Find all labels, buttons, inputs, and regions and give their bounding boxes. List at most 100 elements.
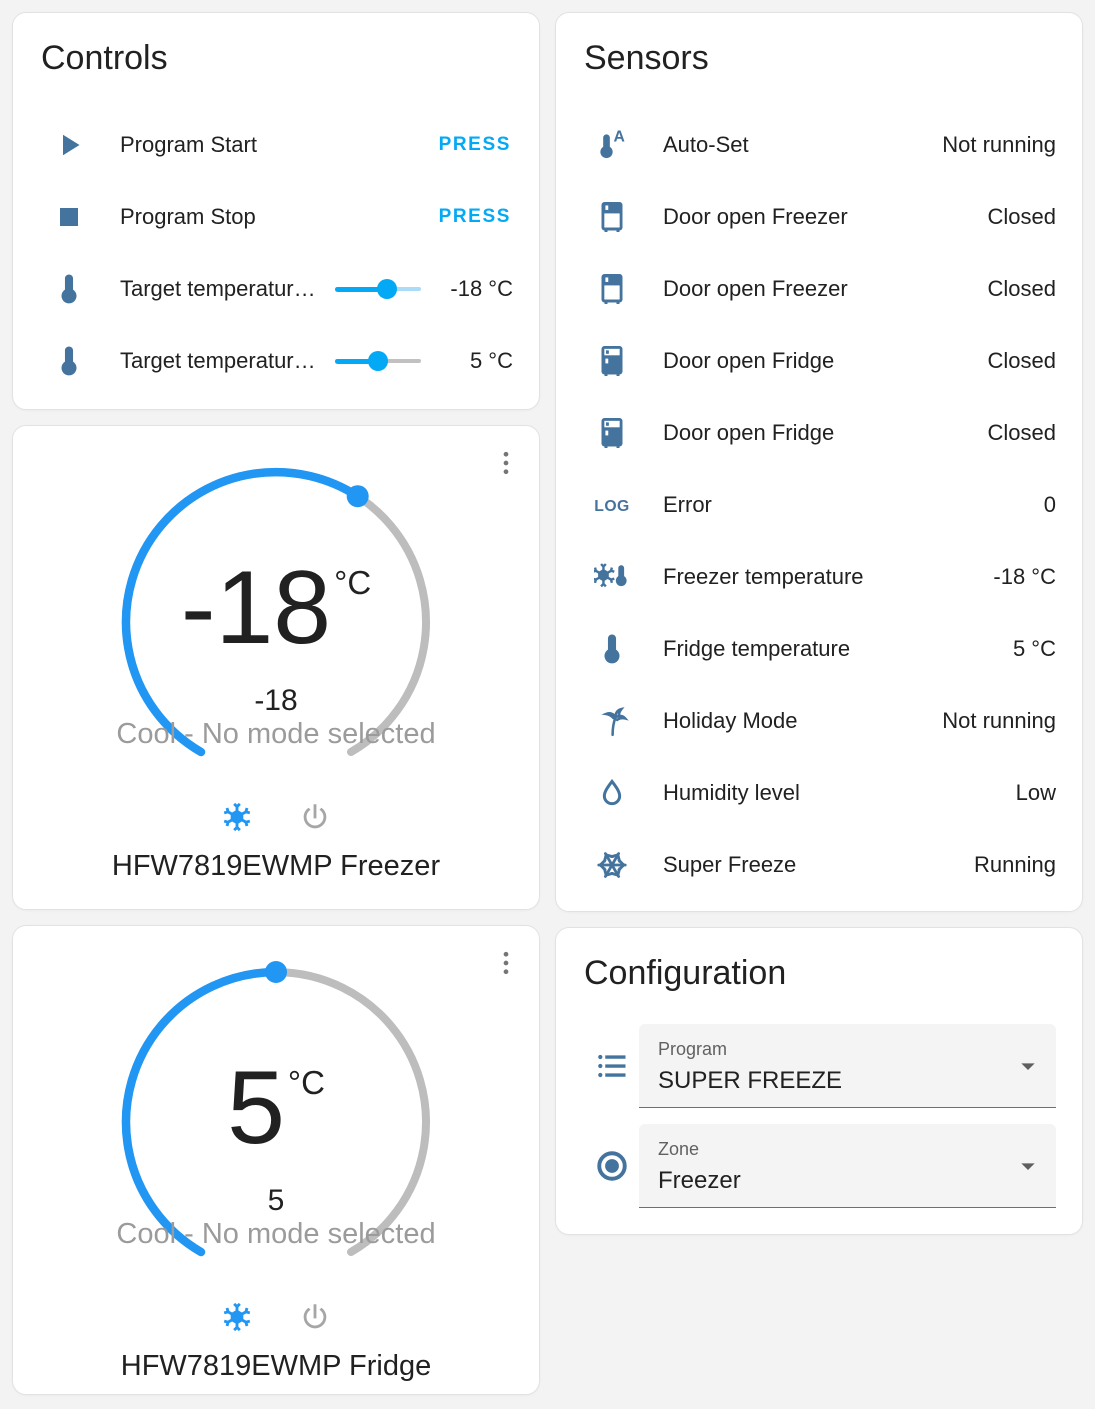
press-button[interactable]: PRESS	[437, 130, 513, 160]
row-label: Freezer temperature	[663, 564, 864, 589]
svg-text:A: A	[614, 129, 625, 146]
row-label: Auto-Set	[663, 132, 749, 157]
row-value: Closed	[987, 276, 1056, 301]
fridge-bottom-open-icon	[592, 197, 632, 237]
control-row[interactable]: Target temperatur… -18 °C	[41, 253, 513, 325]
sensor-row[interactable]: Holiday Mode Not running	[584, 685, 1056, 757]
dropdown-caret-icon	[1012, 1050, 1044, 1087]
temperature-slider[interactable]	[335, 279, 421, 299]
row-label: Error	[663, 492, 712, 517]
sensors-title: Sensors	[584, 39, 709, 77]
select-label: Zone	[658, 1139, 700, 1159]
slider-knob[interactable]	[376, 279, 397, 299]
sensor-row[interactable]: Door open Freezer Closed	[584, 253, 1056, 325]
dial-knob[interactable]	[346, 485, 369, 508]
row-value: Closed	[987, 204, 1056, 229]
stop-icon	[49, 197, 89, 237]
thermometer-icon	[592, 629, 632, 669]
mode-off-power-icon[interactable]	[298, 800, 332, 834]
thermostat-name: HFW7819EWMP Freezer	[111, 850, 441, 882]
format-list-icon	[592, 1046, 632, 1086]
control-row[interactable]: Target temperatur… 5 °C	[41, 325, 513, 397]
control-row[interactable]: Program Stop PRESS	[41, 181, 513, 253]
thermometer-icon	[49, 341, 89, 381]
dial-knob[interactable]	[265, 961, 287, 983]
slider-knob[interactable]	[368, 351, 388, 371]
controls-card: Controls Program Start PRESS Program Sto…	[12, 12, 540, 410]
row-value: Not running	[942, 708, 1056, 733]
mode-buttons	[13, 1300, 539, 1334]
controls-title: Controls	[41, 39, 168, 77]
row-label: Door open Freezer	[663, 204, 848, 229]
row-label: Door open Freezer	[663, 276, 848, 301]
mode-cool-snowflake-icon[interactable]	[220, 800, 254, 834]
mode-cool-snowflake-icon[interactable]	[220, 1300, 254, 1334]
water-outline-icon	[592, 773, 632, 813]
radiobox-icon	[592, 1146, 632, 1186]
config-row-program: Program SUPER FREEZE	[584, 1024, 1056, 1108]
row-label: Target temperatur…	[120, 276, 316, 301]
row-label: Humidity level	[663, 780, 800, 805]
thermometer-auto-icon: A	[592, 125, 632, 165]
thermostat-card-freezer: -18 °C -18 Cool - No mode selected HFW781…	[12, 425, 540, 910]
program-select[interactable]: Program SUPER FREEZE	[639, 1024, 1056, 1108]
row-value: Closed	[987, 420, 1056, 445]
snowflake-thermometer-icon	[592, 557, 632, 597]
palm-tree-icon	[592, 701, 632, 741]
press-button[interactable]: PRESS	[437, 202, 513, 232]
log-icon: LOG	[592, 485, 632, 525]
thermostat-dial[interactable]: -18 °C -18 Cool - No mode selected	[106, 452, 446, 792]
temperature-slider[interactable]	[335, 351, 421, 371]
fridge-bottom-open-icon	[592, 269, 632, 309]
right-column: Sensors A Auto-Set Not running Door open…	[555, 12, 1083, 1395]
row-label: Door open Fridge	[663, 420, 835, 445]
sensor-row[interactable]: A Auto-Set Not running	[584, 109, 1056, 181]
row-label: Target temperatur…	[120, 348, 316, 373]
row-value: Running	[974, 852, 1056, 877]
select-value: Freezer	[658, 1167, 741, 1194]
sensor-row[interactable]: Freezer temperature -18 °C	[584, 541, 1056, 613]
mode-off-power-icon[interactable]	[298, 1300, 332, 1334]
thermostat-name: HFW7819EWMP Fridge	[120, 1350, 432, 1382]
more-options-button[interactable]	[487, 444, 525, 482]
row-value: Low	[1015, 780, 1056, 805]
left-column: Controls Program Start PRESS Program Sto…	[12, 12, 540, 1395]
svg-text:LOG: LOG	[594, 498, 629, 515]
more-options-button[interactable]	[487, 944, 525, 982]
config-row-zone: Zone Freezer	[584, 1124, 1056, 1208]
thermostat-card-fridge: 5 °C 5 Cool - No mode selected HFW7819EWM…	[12, 925, 540, 1395]
row-value: 5 °C	[1012, 636, 1056, 661]
row-value: Not running	[942, 132, 1056, 157]
row-value: Closed	[987, 348, 1056, 373]
sensor-row[interactable]: LOG Error 0	[584, 469, 1056, 541]
select-label: Program	[658, 1039, 728, 1059]
row-value: 0	[1043, 492, 1056, 517]
mode-buttons	[13, 800, 539, 834]
row-value: -18 °C	[993, 564, 1056, 589]
sensors-rows: A Auto-Set Not running Door open Freezer…	[584, 109, 1056, 901]
fridge-top-open-icon	[592, 413, 632, 453]
configuration-card: Configuration Program SUPER FREEZE Zone …	[555, 927, 1083, 1235]
controls-rows: Program Start PRESS Program Stop PRESS T…	[41, 109, 513, 397]
row-value: -18 °C	[450, 276, 513, 301]
control-row[interactable]: Program Start PRESS	[41, 109, 513, 181]
row-value: 5 °C	[469, 348, 513, 373]
sensor-row[interactable]: Door open Freezer Closed	[584, 181, 1056, 253]
row-label: Program Stop	[120, 204, 256, 229]
sensor-row[interactable]: Super Freeze Running	[584, 829, 1056, 901]
row-label: Super Freeze	[663, 852, 797, 877]
sensor-row[interactable]: Door open Fridge Closed	[584, 397, 1056, 469]
sensor-row[interactable]: Door open Fridge Closed	[584, 325, 1056, 397]
snowflake-variant-icon	[592, 845, 632, 885]
sensor-row[interactable]: Humidity level Low	[584, 757, 1056, 829]
select-value: SUPER FREEZE	[658, 1067, 843, 1094]
play-icon	[49, 125, 89, 165]
row-label: Fridge temperature	[663, 636, 851, 661]
zone-select[interactable]: Zone Freezer	[639, 1124, 1056, 1208]
configuration-title: Configuration	[584, 954, 787, 992]
thermostat-dial[interactable]: 5 °C 5 Cool - No mode selected	[106, 952, 446, 1292]
dashboard: Controls Program Start PRESS Program Sto…	[0, 0, 1095, 1407]
kebab-icon	[491, 948, 521, 978]
sensor-row[interactable]: Fridge temperature 5 °C	[584, 613, 1056, 685]
kebab-icon	[491, 448, 521, 478]
